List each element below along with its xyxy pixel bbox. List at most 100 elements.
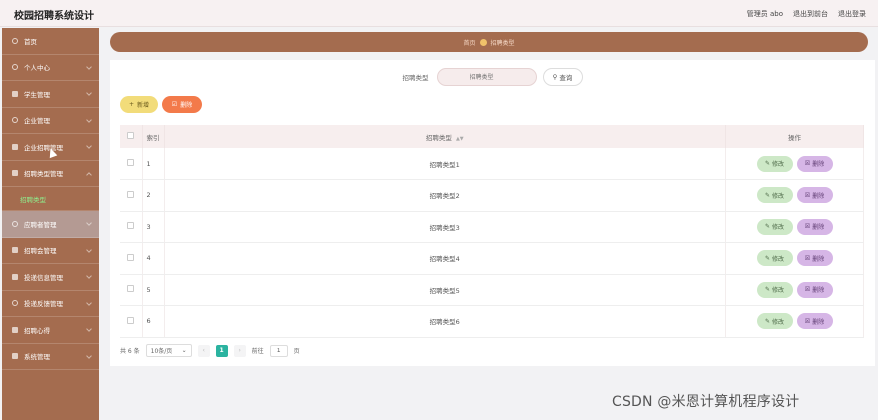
- row-type: 招聘类型5: [164, 274, 726, 306]
- table-row: 4 招聘类型4 ✎ 修改 ☒ 删除: [120, 242, 864, 275]
- people-icon: [12, 220, 18, 227]
- sidebar-item-label: 招聘会管理: [24, 247, 57, 256]
- chevron-down-icon: [86, 220, 92, 226]
- breadcrumb: 首页 招聘类型: [110, 32, 868, 52]
- home-icon: [12, 37, 18, 44]
- chevron-up-icon: [86, 171, 92, 178]
- goto-page-input[interactable]: [269, 344, 288, 357]
- edit-button[interactable]: ✎ 修改: [756, 313, 793, 330]
- query-button[interactable]: ⚲ 查询: [542, 68, 583, 86]
- row-delete-button[interactable]: ☒ 删除: [796, 313, 833, 330]
- pencil-icon: ✎: [764, 286, 770, 294]
- next-page-button[interactable]: ›: [233, 344, 246, 357]
- back-to-front-link[interactable]: 退出到前台: [793, 9, 828, 19]
- row-checkbox[interactable]: [127, 253, 135, 261]
- chevron-down-icon: [86, 143, 92, 149]
- row-type: 招聘类型3: [164, 211, 726, 243]
- row-delete-label: 删除: [812, 255, 825, 263]
- table-row: 2 招聘类型2 ✎ 修改 ☒ 删除: [120, 179, 864, 212]
- row-delete-label: 删除: [812, 224, 825, 232]
- page-size-select[interactable]: 10条/页 ⌄: [145, 344, 192, 357]
- sidebar-item-experience[interactable]: 招聘心得: [2, 317, 99, 344]
- sidebar-item-label: 招聘心得: [24, 326, 50, 335]
- row-delete-button[interactable]: ☒ 删除: [796, 218, 833, 235]
- trash-icon: ☒: [804, 254, 811, 262]
- chevron-down-icon: [86, 326, 92, 332]
- sidebar-item-applicants[interactable]: 应聘者管理: [2, 211, 99, 238]
- row-actions: ✎ 修改 ☒ 删除: [725, 179, 864, 212]
- briefcase-icon: [12, 143, 18, 150]
- edit-button[interactable]: ✎ 修改: [756, 155, 793, 172]
- chevron-down-icon: [86, 352, 92, 359]
- row-delete-button[interactable]: ☒ 删除: [796, 187, 833, 204]
- search-row: 招聘类型 ⚲ 查询: [110, 68, 875, 86]
- sidebar-item-label: 首页: [24, 37, 37, 46]
- row-checkbox[interactable]: [127, 190, 135, 198]
- star-icon: [479, 38, 487, 46]
- sidebar-item-feedback[interactable]: 投递反馈管理: [2, 291, 99, 317]
- trash-icon: ☒: [804, 286, 811, 294]
- edit-label: 修改: [772, 318, 785, 326]
- logout-link[interactable]: 退出登录: [838, 9, 866, 19]
- sidebar-item-label: 学生管理: [24, 90, 50, 99]
- page-number-button[interactable]: 1: [215, 344, 228, 357]
- edit-button[interactable]: ✎ 修改: [756, 187, 793, 204]
- list-icon: [12, 170, 18, 177]
- sidebar: 首页 个人中心 学生管理 企业管理 企业招聘管理 招聘类型管理 招聘类型 应聘者…: [2, 28, 99, 420]
- row-checkbox[interactable]: [127, 285, 135, 293]
- chevron-down-icon: [86, 299, 92, 306]
- sort-icon[interactable]: ▲▼: [456, 136, 464, 142]
- chevron-down-icon: ⌄: [181, 347, 187, 354]
- user-icon: [12, 300, 18, 307]
- sidebar-item-profile[interactable]: 个人中心: [2, 55, 99, 81]
- row-delete-button[interactable]: ☒ 删除: [796, 250, 833, 267]
- row-type: 招聘类型2: [164, 179, 726, 212]
- select-all-checkbox[interactable]: [127, 132, 135, 139]
- breadcrumb-home[interactable]: 首页: [463, 38, 475, 47]
- edit-button[interactable]: ✎ 修改: [756, 281, 793, 298]
- header-type[interactable]: 招聘类型 ▲▼: [164, 125, 726, 148]
- row-delete-button[interactable]: ☒ 删除: [796, 155, 833, 172]
- batch-delete-button[interactable]: ☑ 删除: [162, 96, 202, 113]
- table-header-row: 索引 招聘类型 ▲▼ 操作: [120, 125, 864, 148]
- pencil-icon: ✎: [764, 254, 770, 262]
- sidebar-item-system[interactable]: 系统管理: [2, 344, 99, 370]
- building-icon: [12, 117, 18, 124]
- sidebar-item-label: 招聘类型管理: [24, 170, 63, 179]
- row-delete-label: 删除: [812, 287, 825, 295]
- row-delete-label: 删除: [812, 318, 825, 326]
- sidebar-item-deliveries[interactable]: 投递信息管理: [2, 264, 99, 291]
- prev-page-button[interactable]: ‹: [197, 344, 210, 357]
- total-count: 共 6 条: [120, 348, 140, 355]
- sidebar-item-job-fair[interactable]: 招聘会管理: [2, 238, 99, 264]
- main-card: 招聘类型 ⚲ 查询 + 新增 ☑ 删除 索引: [110, 60, 875, 366]
- row-checkbox[interactable]: [127, 159, 135, 166]
- sidebar-item-recruit-type-manage[interactable]: 招聘类型管理: [2, 161, 99, 187]
- sidebar-item-label: 个人中心: [24, 64, 50, 73]
- row-index: 4: [142, 242, 165, 275]
- sidebar-subitem-recruit-type[interactable]: 招聘类型: [2, 187, 99, 211]
- edit-button[interactable]: ✎ 修改: [756, 250, 793, 267]
- edit-label: 修改: [772, 287, 785, 295]
- sidebar-item-students[interactable]: 学生管理: [2, 81, 99, 108]
- row-delete-button[interactable]: ☒ 删除: [796, 281, 833, 298]
- pencil-icon: ✎: [764, 317, 770, 325]
- row-type: 招聘类型1: [164, 148, 726, 180]
- table-row: 3 招聘类型3 ✎ 修改 ☒ 删除: [120, 211, 864, 243]
- goto-label: 前往: [251, 348, 264, 355]
- row-select-cell: [120, 242, 143, 275]
- row-actions: ✎ 修改 ☒ 删除: [725, 242, 864, 275]
- header-index: 索引: [142, 125, 165, 148]
- edit-label: 修改: [772, 192, 785, 200]
- add-button[interactable]: + 新增: [120, 96, 158, 113]
- sidebar-item-companies[interactable]: 企业管理: [2, 108, 99, 134]
- row-index: 3: [142, 211, 165, 243]
- row-checkbox[interactable]: [127, 222, 135, 230]
- pagination: 共 6 条 10条/页 ⌄ ‹ 1 › 前往 页: [120, 344, 300, 357]
- sidebar-item-home[interactable]: 首页: [2, 28, 99, 55]
- header-type-label: 招聘类型: [425, 133, 452, 142]
- select-all-cell: [120, 125, 143, 148]
- search-input[interactable]: [436, 68, 537, 86]
- row-checkbox[interactable]: [127, 316, 135, 324]
- edit-button[interactable]: ✎ 修改: [756, 218, 793, 235]
